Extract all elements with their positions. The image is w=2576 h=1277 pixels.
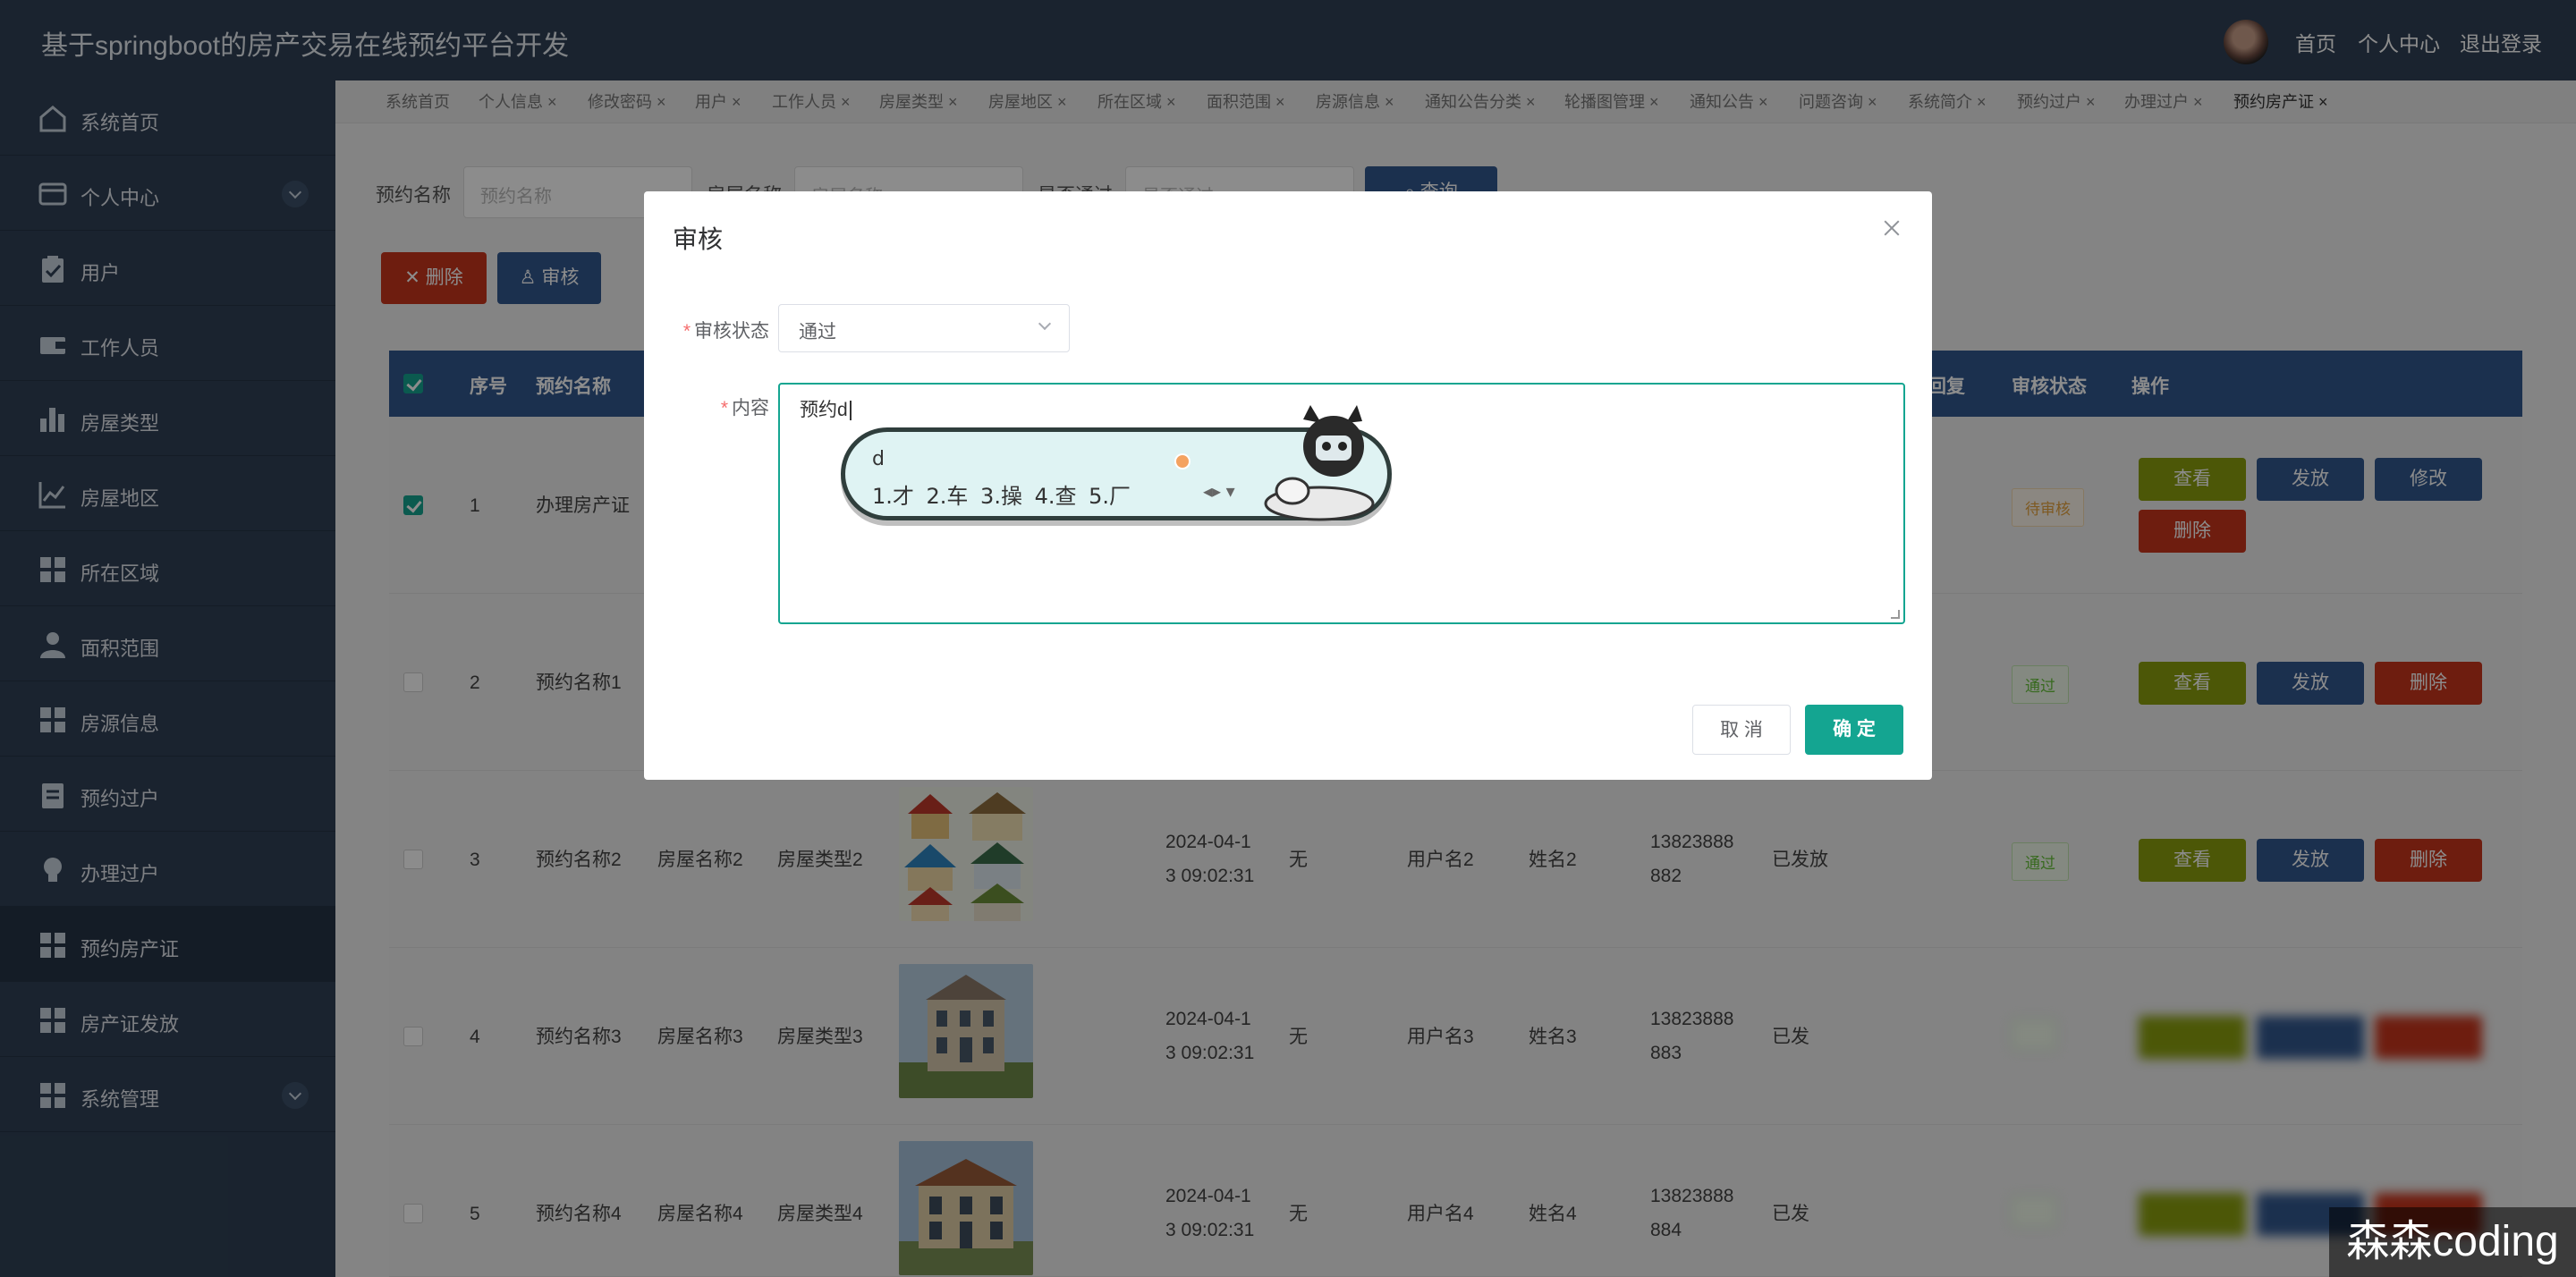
text-caret [849, 401, 852, 421]
chevron-down-icon [1038, 317, 1052, 331]
dialog-title: 审核 [673, 225, 724, 253]
ime-candidate-window: d 1.才 2.车 3.操 4.查 5.厂 ◂▸ ▾ [841, 405, 1392, 521]
cat-mascot-icon [1264, 405, 1375, 521]
watermark: 森森coding [2329, 1207, 2576, 1277]
confirm-button[interactable]: 确 定 [1805, 705, 1903, 755]
ime-page-arrows-icon[interactable]: ◂▸ ▾ [1203, 480, 1235, 503]
ime-candidates[interactable]: 1.才 2.车 3.操 4.查 5.厂 [872, 478, 1131, 510]
required-marker: * [720, 398, 728, 419]
content-field-label: * 内容 [662, 393, 769, 420]
content-text: 预约d [800, 400, 848, 420]
status-field-label: * 审核状态 [662, 317, 769, 343]
required-marker: * [682, 321, 691, 342]
ime-composition: d [872, 448, 885, 470]
ime-status-icon [1174, 453, 1191, 469]
resize-handle[interactable] [1891, 610, 1900, 619]
status-select-value: 通过 [799, 322, 836, 343]
cancel-button[interactable]: 取 消 [1692, 705, 1791, 755]
status-label-text: 审核状态 [694, 321, 769, 342]
content-label-text: 内容 [732, 398, 769, 419]
close-icon[interactable] [1878, 215, 1905, 241]
status-select[interactable]: 通过 [778, 304, 1070, 352]
